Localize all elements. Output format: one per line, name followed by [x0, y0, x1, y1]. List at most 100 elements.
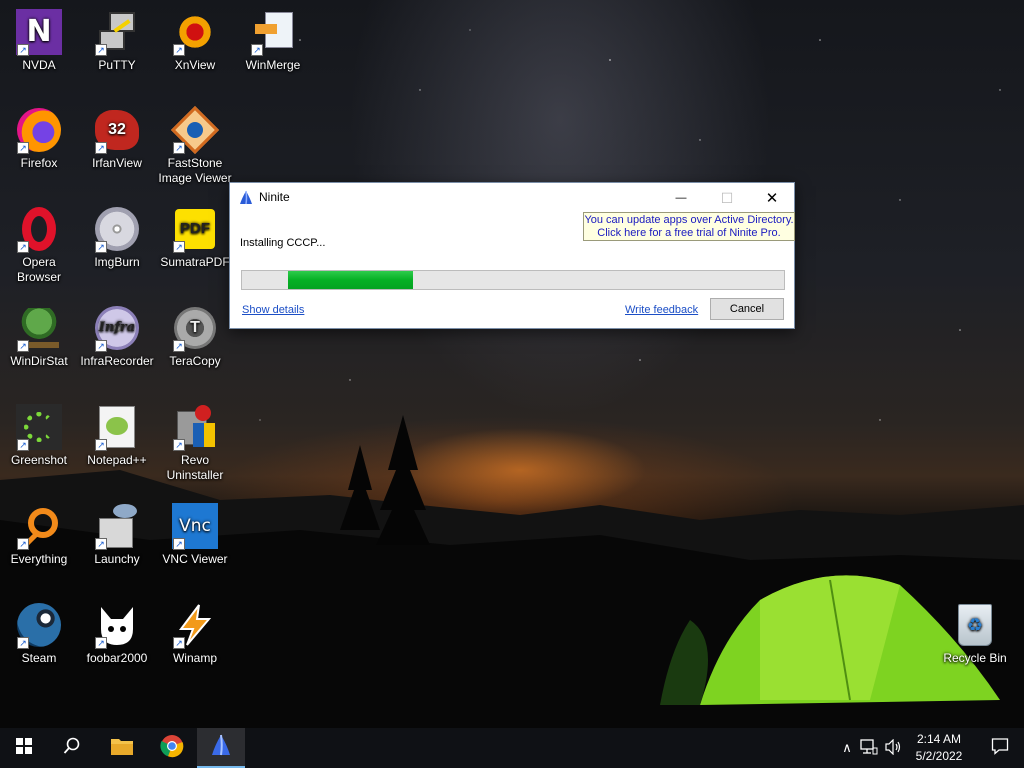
desktop-icon-label: Firefox [20, 156, 58, 170]
taskbar-file-explorer[interactable] [98, 728, 146, 768]
desktop-icon-label: foobar2000 [86, 651, 148, 665]
windows-start-icon [16, 737, 32, 759]
desktop-icon-infrarecorder[interactable]: Infra ↗ InfraRecorder [78, 304, 156, 369]
desktop-icon-revo-uninstaller[interactable]: ↗ Revo Uninstaller [156, 403, 234, 483]
desktop-icon-vnc-viewer[interactable]: Vnc ↗ VNC Viewer [156, 502, 234, 567]
start-button[interactable] [0, 728, 48, 768]
desktop-icon-notepadpp[interactable]: ↗ Notepad++ [78, 403, 156, 468]
maximize-button[interactable]: ☐ [704, 183, 750, 213]
chrome-icon [160, 734, 184, 763]
desktop-icon-label: IrfanView [92, 156, 142, 170]
taskbar-ninite[interactable] [197, 728, 245, 768]
opera-icon: ↗ [15, 205, 63, 253]
write-feedback-link[interactable]: Write feedback [625, 304, 698, 316]
desktop-icon-label: XnView [174, 58, 216, 72]
desktop-icon-label: PuTTY [98, 58, 136, 72]
taskbar: ∧ 2:14 AM 5/2/2022 [0, 728, 1024, 768]
desktop-icon-label: Revo Uninstaller [166, 453, 224, 482]
winmerge-icon: ↗ [249, 8, 297, 56]
show-details-link[interactable]: Show details [242, 304, 304, 316]
action-center-button[interactable] [976, 728, 1024, 768]
cancel-button[interactable]: Cancel [710, 298, 784, 320]
shortcut-arrow-icon: ↗ [17, 142, 29, 154]
shortcut-arrow-icon: ↗ [95, 439, 107, 451]
desktop-icon-label: NVDA [22, 58, 56, 72]
faststone-icon: ↗ [170, 105, 220, 155]
xnview-icon: ↗ [171, 8, 219, 56]
desktop-icon-label: InfraRecorder [80, 354, 154, 368]
vnc-viewer-icon: Vnc ↗ [171, 502, 219, 550]
shortcut-arrow-icon: ↗ [17, 538, 29, 550]
desktop-icon-xnview[interactable]: ↗ XnView [156, 8, 234, 73]
desktop-icon-greenshot[interactable]: ↗ Greenshot [0, 403, 78, 468]
system-tray: ∧ [838, 728, 902, 768]
taskbar-chrome[interactable] [148, 728, 196, 768]
search-button[interactable] [48, 728, 96, 768]
desktop-icon-faststone[interactable]: ↗ FastStone Image Viewer [156, 105, 234, 186]
steam-icon: ↗ [15, 601, 63, 649]
install-status-text: Installing CCCP... [240, 237, 326, 249]
desktop-icon-nvda[interactable]: N ↗ NVDA [0, 8, 78, 73]
shortcut-arrow-icon: ↗ [95, 241, 107, 253]
close-button[interactable]: ✕ [749, 183, 795, 213]
show-hidden-icons-chevron[interactable]: ∧ [838, 740, 856, 756]
ninite-icon [209, 733, 233, 762]
imgburn-icon: ↗ [93, 205, 141, 253]
desktop-icon-steam[interactable]: ↗ Steam [0, 601, 78, 666]
network-icon[interactable] [860, 738, 878, 758]
desktop-icon-label: WinMerge [245, 58, 301, 72]
shortcut-arrow-icon: ↗ [95, 340, 107, 352]
desktop-icon-label: ImgBurn [94, 255, 140, 269]
desktop-icon-label: Everything [10, 552, 68, 566]
clock-time: 2:14 AM [916, 732, 962, 746]
infrarecorder-icon: Infra ↗ [93, 304, 141, 352]
sumatrapdf-icon: PDF ↗ [171, 205, 219, 253]
desktop-icon-sumatrapdf[interactable]: PDF ↗ SumatraPDF [156, 205, 234, 270]
shortcut-arrow-icon: ↗ [95, 637, 107, 649]
window-titlebar[interactable]: Ninite — ☐ ✕ [230, 183, 794, 213]
notepadpp-icon: ↗ [93, 403, 141, 451]
recycle-bin-icon: ♻ [951, 601, 999, 649]
shortcut-arrow-icon: ↗ [173, 44, 185, 56]
ninite-logo-icon [238, 190, 254, 211]
progress-fill [288, 271, 413, 289]
nvda-icon: N ↗ [15, 8, 63, 56]
search-icon [63, 737, 81, 760]
desktop-icon-foobar2000[interactable]: ↗ foobar2000 [78, 601, 156, 666]
desktop-icon-imgburn[interactable]: ↗ ImgBurn [78, 205, 156, 270]
ad-line-1: You can update apps over Active Director… [584, 214, 794, 226]
desktop-icon-teracopy[interactable]: T ↗ TeraCopy [156, 304, 234, 369]
desktop-icon-firefox[interactable]: ↗ Firefox [0, 106, 78, 171]
folder-icon [110, 736, 134, 761]
ninite-pro-ad-link[interactable]: You can update apps over Active Director… [583, 212, 795, 241]
taskbar-clock[interactable]: 2:14 AM 5/2/2022 [902, 730, 976, 766]
desktop-icon-recycle-bin[interactable]: ♻ Recycle Bin [936, 601, 1014, 666]
desktop-icon-irfanview[interactable]: 32 ↗ IrfanView [78, 106, 156, 171]
desktop-icon-label: Opera Browser [16, 255, 61, 284]
winamp-icon: ↗ [171, 601, 219, 649]
desktop-icon-winamp[interactable]: ↗ Winamp [156, 601, 234, 666]
desktop-icon-windirstat[interactable]: ↗ WinDirStat [0, 304, 78, 369]
desktop-icon-label: Greenshot [10, 453, 68, 467]
firefox-icon: ↗ [15, 106, 63, 154]
desktop-icon-opera[interactable]: ↗ Opera Browser [0, 205, 78, 285]
desktop-icon-everything[interactable]: ↗ Everything [0, 502, 78, 567]
minimize-icon: — [675, 192, 687, 204]
desktop-icon-label: Winamp [172, 651, 217, 665]
desktop-icon-label: VNC Viewer [162, 552, 228, 566]
minimize-button[interactable]: — [658, 183, 704, 213]
desktop-icon-putty[interactable]: ↗ PuTTY [78, 8, 156, 73]
notification-icon [991, 737, 1009, 760]
install-progress-bar [241, 270, 785, 290]
everything-icon: ↗ [15, 502, 63, 550]
foobar2000-icon: ↗ [93, 601, 141, 649]
desktop-icon-label: WinDirStat [10, 354, 68, 368]
window-title: Ninite [259, 190, 290, 204]
desktop-icon-launchy[interactable]: ↗ Launchy [78, 502, 156, 567]
desktop-icon-winmerge[interactable]: ↗ WinMerge [234, 8, 312, 73]
desktop-icon-label: Notepad++ [87, 453, 147, 467]
desktop-icon-label: TeraCopy [169, 354, 221, 368]
shortcut-arrow-icon: ↗ [251, 44, 263, 56]
shortcut-arrow-icon: ↗ [17, 44, 29, 56]
volume-icon[interactable] [884, 738, 902, 758]
